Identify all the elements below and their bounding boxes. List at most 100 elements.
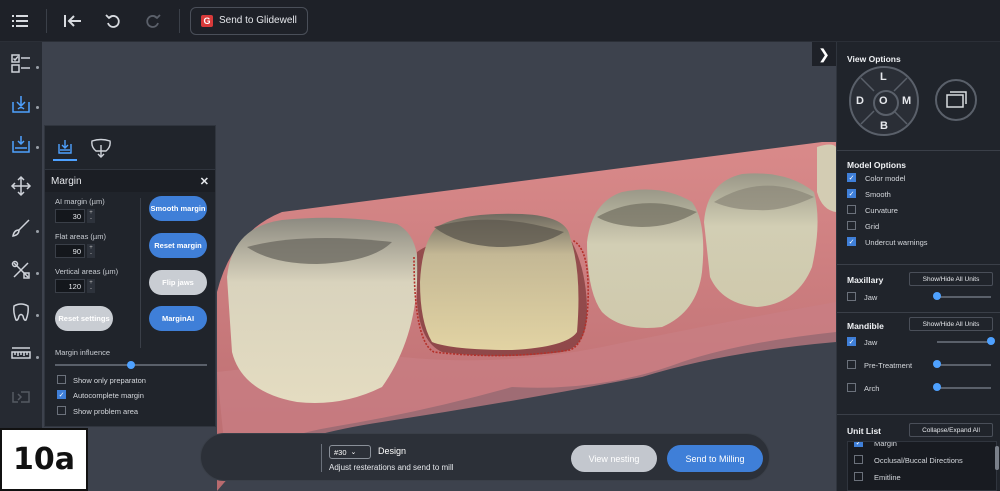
autocomplete-margin-label: Autocomplete margin bbox=[73, 391, 144, 400]
undo-icon[interactable] bbox=[93, 0, 133, 42]
redo-icon[interactable] bbox=[133, 0, 173, 42]
maxillary-show-hide-button[interactable]: Show/Hide All Units bbox=[909, 272, 993, 286]
maxillary-jaw-label: Jaw bbox=[864, 293, 878, 302]
collapse-expand-button[interactable]: Collapse/Expand All bbox=[909, 423, 993, 437]
arch-label: Arch bbox=[864, 384, 880, 393]
model-option-label: Curvature bbox=[865, 206, 898, 215]
send-to-milling-button[interactable]: Send to Milling bbox=[667, 445, 763, 472]
flat-areas-stepper[interactable]: + - bbox=[87, 244, 95, 258]
section-divider bbox=[837, 414, 1000, 415]
left-tool-sidebar bbox=[0, 42, 42, 491]
maxillary-title: Maxillary bbox=[847, 275, 884, 285]
arch-slider[interactable] bbox=[937, 387, 991, 389]
show-problem-area-checkbox[interactable] bbox=[57, 406, 66, 415]
ai-margin-input[interactable]: 30 bbox=[55, 209, 85, 223]
mandible-jaw-checkbox[interactable]: ✓ bbox=[847, 337, 856, 346]
flip-jaws-button[interactable]: Flip jaws bbox=[149, 270, 207, 295]
margin-panel: Margin ✕ AI margin (µm) 30 + - Flat areas… bbox=[44, 125, 216, 427]
model-option-checkbox[interactable] bbox=[847, 221, 856, 230]
compass-l[interactable]: L bbox=[880, 71, 887, 83]
glidewell-logo-icon: G bbox=[201, 14, 213, 27]
toolbar-divider bbox=[46, 8, 47, 33]
arch-slider-knob[interactable] bbox=[933, 383, 941, 391]
scan-import-icon[interactable] bbox=[0, 86, 42, 122]
show-only-preparation-label: Show only preparaton bbox=[73, 376, 146, 385]
unit-list-checkbox[interactable]: ✓ bbox=[854, 442, 863, 447]
vertical-areas-input[interactable]: 120 bbox=[55, 279, 85, 293]
compass-m[interactable]: M bbox=[902, 95, 911, 107]
tooth-number-dropdown[interactable]: #30 ⌄ bbox=[329, 445, 371, 459]
unit-list-item[interactable]: Margin bbox=[874, 442, 897, 448]
margin-influence-slider-knob[interactable] bbox=[127, 361, 135, 369]
section-divider bbox=[837, 312, 1000, 313]
chevron-right-icon[interactable]: ❯ bbox=[812, 42, 836, 66]
model-options-title: Model Options bbox=[847, 160, 907, 170]
insertion-direction-tab-icon[interactable] bbox=[89, 135, 113, 161]
send-to-glidewell-label: Send to Glidewell bbox=[219, 15, 297, 26]
toolbar-divider bbox=[179, 8, 180, 33]
arch-checkbox[interactable] bbox=[847, 383, 856, 392]
figure-label: 10a bbox=[0, 428, 88, 491]
pretreatment-checkbox[interactable] bbox=[847, 360, 856, 369]
ai-margin-label: AI margin (µm) bbox=[55, 197, 105, 206]
unit-list: ✓ Margin Occlusal/Buccal Directions Emitlin… bbox=[847, 441, 997, 491]
tools-icon[interactable] bbox=[0, 252, 42, 288]
show-only-preparation-checkbox[interactable] bbox=[57, 375, 66, 384]
model-option-label: Smooth bbox=[865, 190, 891, 199]
compass-d[interactable]: D bbox=[856, 95, 864, 107]
mandible-jaw-slider[interactable] bbox=[937, 341, 991, 343]
list-icon[interactable] bbox=[0, 0, 40, 42]
model-option-checkbox[interactable]: ✓ bbox=[847, 173, 856, 182]
send-to-glidewell-button[interactable]: G Send to Glidewell bbox=[190, 6, 308, 35]
model-option-label: Color model bbox=[865, 174, 906, 183]
model-option-checkbox[interactable]: ✓ bbox=[847, 189, 856, 198]
view-orientation-compass[interactable]: L D O M B bbox=[849, 66, 919, 136]
margin-panel-tabs bbox=[45, 126, 215, 170]
unit-list-title: Unit List bbox=[847, 426, 881, 436]
maxillary-jaw-slider-knob[interactable] bbox=[933, 292, 941, 300]
export-icon[interactable] bbox=[0, 378, 42, 414]
model-option-checkbox[interactable] bbox=[847, 205, 856, 214]
ai-margin-stepper[interactable]: + - bbox=[87, 209, 95, 223]
view-reset-icon[interactable] bbox=[935, 79, 977, 121]
marginai-button[interactable]: MarginAI bbox=[149, 306, 207, 331]
pretreatment-slider[interactable] bbox=[937, 364, 991, 366]
flat-areas-input[interactable]: 90 bbox=[55, 244, 85, 258]
close-icon[interactable]: ✕ bbox=[200, 175, 209, 188]
mandible-title: Mandible bbox=[847, 321, 884, 331]
margin-panel-header: Margin ✕ bbox=[45, 170, 215, 192]
view-nesting-button[interactable]: View nesting bbox=[571, 445, 657, 472]
smooth-margin-button[interactable]: Smooth margin bbox=[149, 196, 207, 221]
unit-list-checkbox[interactable] bbox=[854, 455, 863, 464]
unit-list-checkbox[interactable] bbox=[854, 472, 863, 481]
brush-icon[interactable] bbox=[0, 210, 42, 246]
unit-list-item[interactable]: Emitline bbox=[874, 473, 901, 482]
mandible-jaw-slider-knob[interactable] bbox=[987, 337, 995, 345]
unit-list-scrollbar[interactable] bbox=[995, 446, 999, 470]
mandible-show-hide-button[interactable]: Show/Hide All Units bbox=[909, 317, 993, 331]
checklist-icon[interactable] bbox=[0, 46, 42, 82]
margin-tool-icon[interactable] bbox=[0, 126, 42, 162]
bottom-bar-divider bbox=[321, 444, 322, 472]
move-icon[interactable] bbox=[0, 168, 42, 204]
reset-settings-button[interactable]: Reset settings bbox=[55, 306, 113, 331]
reset-margin-button[interactable]: Reset margin bbox=[149, 233, 207, 258]
tooth-icon[interactable] bbox=[0, 294, 42, 330]
margin-panel-title: Margin bbox=[51, 175, 82, 187]
model-option-checkbox[interactable]: ✓ bbox=[847, 237, 856, 246]
pretreatment-slider-knob[interactable] bbox=[933, 360, 941, 368]
panel-divider bbox=[140, 198, 141, 348]
maxillary-jaw-checkbox[interactable] bbox=[847, 292, 856, 301]
margin-tab-icon[interactable] bbox=[53, 135, 77, 161]
section-divider bbox=[837, 150, 1000, 151]
maxillary-jaw-slider[interactable] bbox=[937, 296, 991, 298]
model-option-label: Undercut warnings bbox=[865, 238, 928, 247]
compass-b[interactable]: B bbox=[880, 120, 888, 132]
compass-o[interactable]: O bbox=[879, 95, 888, 107]
mandible-jaw-label: Jaw bbox=[864, 338, 878, 347]
vertical-areas-stepper[interactable]: + - bbox=[87, 279, 95, 293]
unit-list-item[interactable]: Occlusal/Buccal Directions bbox=[874, 456, 963, 465]
back-to-start-icon[interactable] bbox=[53, 0, 93, 42]
autocomplete-margin-checkbox[interactable]: ✓ bbox=[57, 390, 66, 399]
ruler-icon[interactable] bbox=[0, 336, 42, 372]
